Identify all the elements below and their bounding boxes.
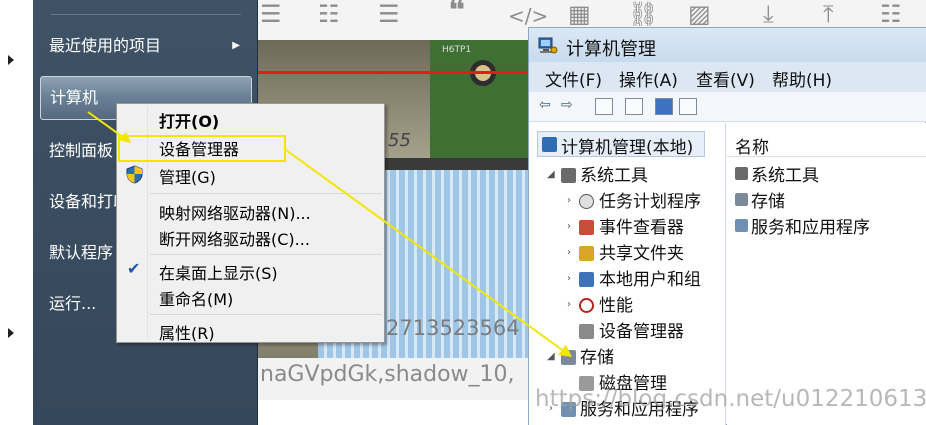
expand-arrow-icon[interactable]: › bbox=[567, 247, 571, 258]
details-list: 名称 系统工具 存储 服务和应用程序 bbox=[727, 123, 926, 425]
image-icon[interactable]: ▨ bbox=[688, 2, 711, 26]
clock-icon bbox=[579, 194, 594, 209]
window-titlebar[interactable]: 计算机管理 bbox=[529, 28, 926, 62]
screenshot-stage: ☰ ☷ ☰ ❝ </> ▦ ⛓ ▨ ⤓ ⤒ ☷ H6TP1 55 2713523… bbox=[0, 0, 926, 425]
start-item-label: 运行... bbox=[49, 294, 97, 313]
window-menubar: 文件(F) 操作(A) 查看(V) 帮助(H) bbox=[529, 62, 926, 92]
menu-divider bbox=[150, 193, 382, 194]
window-toolbar: ⇦ ⇨ bbox=[529, 92, 926, 122]
back-arrow-icon[interactable]: ⇦ bbox=[539, 97, 551, 113]
list-item[interactable]: 存储 bbox=[751, 187, 785, 212]
blog-watermark: https://blog.csdn.net/u012210613 bbox=[535, 386, 926, 412]
forward-arrow-icon[interactable]: ⇨ bbox=[561, 97, 573, 113]
left-strip bbox=[0, 0, 33, 425]
tree-system-tools[interactable]: 系统工具 bbox=[580, 161, 648, 186]
download-icon[interactable]: ⤓ bbox=[763, 2, 774, 26]
tree-local-users[interactable]: 本地用户和组 bbox=[599, 265, 701, 290]
start-item-label: 计算机 bbox=[50, 88, 99, 107]
collapse-arrow-icon[interactable]: ◢ bbox=[547, 351, 555, 362]
event-viewer-icon bbox=[579, 220, 594, 235]
ctx-rename[interactable]: 重命名(M) bbox=[159, 286, 233, 310]
submenu-arrow-icon: ▶ bbox=[232, 40, 240, 51]
photo-handwriting: 55 bbox=[388, 130, 411, 151]
menu-help[interactable]: 帮助(H) bbox=[772, 66, 832, 91]
menu-divider bbox=[150, 254, 382, 255]
checklist-icon[interactable]: ☰ bbox=[378, 2, 400, 26]
ctx-show-on-desktop[interactable]: 在桌面上显示(S) bbox=[159, 260, 278, 284]
highlight-box bbox=[118, 135, 286, 162]
tools-icon bbox=[735, 167, 748, 180]
start-item-label: 控制面板 bbox=[49, 141, 114, 160]
expand-arrow-icon[interactable] bbox=[8, 55, 14, 65]
ctx-open[interactable]: 打开(O) bbox=[159, 108, 219, 132]
quote-icon[interactable]: ❝ bbox=[448, 0, 465, 26]
expand-arrow-icon[interactable]: › bbox=[567, 221, 571, 232]
computer-management-icon bbox=[538, 37, 558, 54]
ctx-disconnect-drive[interactable]: 断开网络驱动器(C)... bbox=[159, 226, 310, 250]
computer-management-window: 计算机管理 文件(F) 操作(A) 查看(V) 帮助(H) ⇦ ⇨ 计算机管理(… bbox=[528, 27, 926, 425]
shared-folder-icon bbox=[579, 246, 594, 261]
tree-performance[interactable]: 性能 bbox=[599, 291, 633, 316]
tree-storage[interactable]: 存储 bbox=[580, 343, 614, 368]
menu-divider bbox=[150, 314, 382, 315]
expand-arrow-icon[interactable]: › bbox=[567, 273, 571, 284]
menu-action[interactable]: 操作(A) bbox=[619, 66, 678, 91]
storage-icon bbox=[561, 350, 576, 365]
start-item-label: 默认程序 bbox=[49, 243, 114, 262]
expand-arrow-icon[interactable]: › bbox=[567, 299, 571, 310]
expand-arrow-icon[interactable]: › bbox=[567, 195, 571, 206]
navigation-tree: 计算机管理(本地) ◢ 系统工具 › 任务计划程序 › 事件查看器 › 共享文件… bbox=[529, 123, 726, 425]
tree-device-manager[interactable]: 设备管理器 bbox=[599, 317, 684, 342]
list-item[interactable]: 服务和应用程序 bbox=[751, 213, 870, 238]
red-line bbox=[258, 71, 528, 74]
tree-root-node[interactable]: 计算机管理(本地) bbox=[537, 131, 705, 158]
shield-icon bbox=[126, 165, 143, 184]
photo-number: 2713523564 bbox=[386, 316, 520, 340]
start-item-label: 最近使用的项目 bbox=[49, 36, 162, 55]
menu-view[interactable]: 查看(V) bbox=[696, 66, 755, 91]
help-icon[interactable] bbox=[655, 98, 673, 115]
show-tree-icon[interactable] bbox=[595, 98, 613, 115]
menu-file[interactable]: 文件(F) bbox=[545, 66, 602, 91]
tools-icon bbox=[561, 168, 576, 183]
table-icon[interactable]: ▦ bbox=[568, 2, 591, 26]
list-item[interactable]: 系统工具 bbox=[751, 161, 819, 186]
start-item-recent[interactable]: 最近使用的项目 ▶ bbox=[40, 26, 252, 66]
properties-icon[interactable] bbox=[679, 98, 697, 115]
tree-task-scheduler[interactable]: 任务计划程序 bbox=[599, 187, 701, 212]
storage-icon bbox=[735, 193, 748, 206]
link-icon[interactable]: ⛓ bbox=[628, 2, 658, 26]
users-icon bbox=[579, 272, 594, 287]
ctx-map-drive[interactable]: 映射网络驱动器(N)... bbox=[159, 200, 311, 224]
tree-shared-folders[interactable]: 共享文件夹 bbox=[599, 239, 684, 264]
computer-icon bbox=[542, 137, 557, 152]
device-manager-icon bbox=[579, 324, 594, 339]
list-header[interactable]: 名称 bbox=[727, 131, 926, 158]
tree-event-viewer[interactable]: 事件查看器 bbox=[599, 213, 684, 238]
photo-pcb-label: H6TP1 bbox=[442, 45, 472, 55]
numbered-list-icon[interactable]: ☷ bbox=[318, 2, 340, 26]
ctx-manage[interactable]: 管理(G) bbox=[159, 164, 216, 188]
export-list-icon[interactable] bbox=[625, 98, 643, 115]
window-title: 计算机管理 bbox=[566, 39, 656, 60]
more-icon[interactable]: ☷ bbox=[880, 2, 902, 26]
code-icon[interactable]: </> bbox=[508, 4, 548, 28]
tree-root-label: 计算机管理(本地) bbox=[561, 138, 694, 158]
bullet-list-icon[interactable]: ☰ bbox=[260, 2, 282, 26]
performance-icon bbox=[579, 298, 594, 313]
menu-divider bbox=[51, 14, 241, 15]
services-icon bbox=[735, 219, 748, 232]
expand-arrow-icon[interactable] bbox=[8, 328, 14, 338]
list-column-name: 名称 bbox=[735, 138, 769, 158]
collapse-arrow-icon[interactable]: ◢ bbox=[547, 169, 555, 180]
photo-watermark-text: naGVpdGk,shadow_10, bbox=[260, 362, 515, 387]
upload-icon[interactable]: ⤒ bbox=[823, 2, 834, 26]
ctx-properties[interactable]: 属性(R) bbox=[159, 320, 215, 344]
checkmark-icon: ✔ bbox=[127, 259, 141, 278]
